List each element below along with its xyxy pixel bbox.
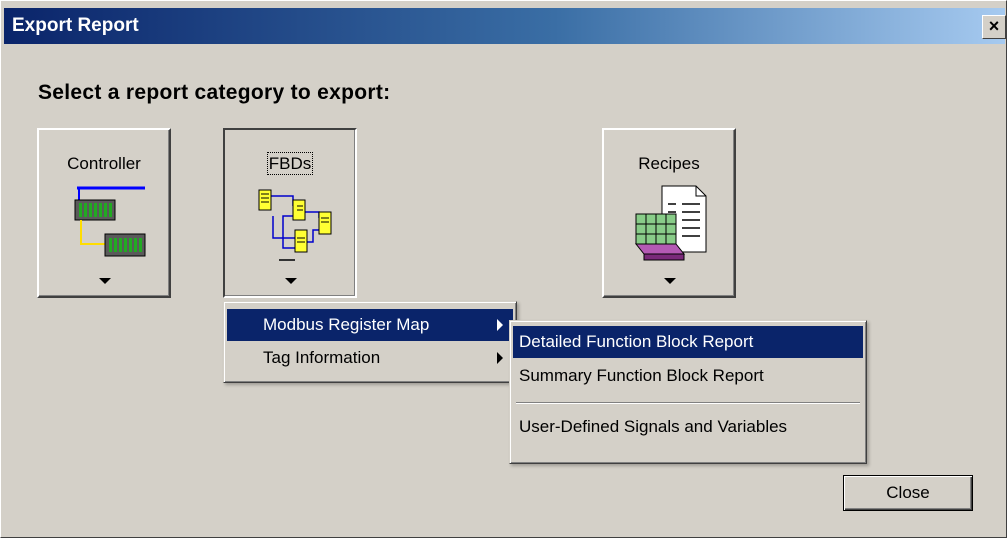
controller-icon [74, 186, 146, 257]
menu-item-label: Detailed Function Block Report [519, 332, 754, 351]
recipes-category-button[interactable]: Recipes [602, 128, 736, 298]
recipes-label: Recipes [638, 154, 700, 173]
fbd-icon [258, 189, 332, 261]
menu-item-label: Tag Information [263, 348, 381, 367]
window-title: Export Report [12, 15, 139, 36]
close-button[interactable]: Close [843, 475, 973, 511]
menu-item-label: Summary Function Block Report [519, 366, 764, 385]
window-close-button[interactable]: × [982, 15, 1006, 39]
fbds-category-button[interactable]: FBDs [223, 128, 357, 298]
menu-separator [516, 402, 860, 404]
fbds-context-menu: Modbus Register Map Tag Information [223, 301, 517, 383]
dropdown-arrow-icon [285, 278, 297, 284]
menu-item-label: User-Defined Signals and Variables [519, 417, 788, 436]
dropdown-arrow-icon [99, 278, 111, 284]
page-heading: Select a report category to export: [38, 81, 391, 104]
submenu-arrow-icon [497, 319, 503, 331]
title-bar[interactable]: Export Report × [4, 8, 1006, 44]
menu-item-user-defined-signals-and-variables[interactable]: User-Defined Signals and Variables [513, 411, 863, 443]
dropdown-arrow-icon [664, 278, 676, 284]
menu-item-tag-information[interactable]: Tag Information [227, 342, 513, 374]
menu-item-summary-function-block-report[interactable]: Summary Function Block Report [513, 360, 863, 392]
submenu-arrow-icon [497, 352, 503, 364]
menu-item-modbus-register-map[interactable]: Modbus Register Map [227, 309, 513, 341]
controller-category-button[interactable]: Controller [37, 128, 171, 298]
fbds-label: FBDs [266, 152, 314, 175]
controller-label: Controller [67, 154, 141, 173]
menu-item-detailed-function-block-report[interactable]: Detailed Function Block Report [513, 326, 863, 358]
export-report-dialog: Export Report × Select a report category… [0, 0, 1007, 538]
recipes-icon [634, 185, 707, 261]
modbus-submenu: Detailed Function Block Report Summary F… [509, 320, 867, 464]
menu-item-label: Modbus Register Map [263, 315, 430, 334]
